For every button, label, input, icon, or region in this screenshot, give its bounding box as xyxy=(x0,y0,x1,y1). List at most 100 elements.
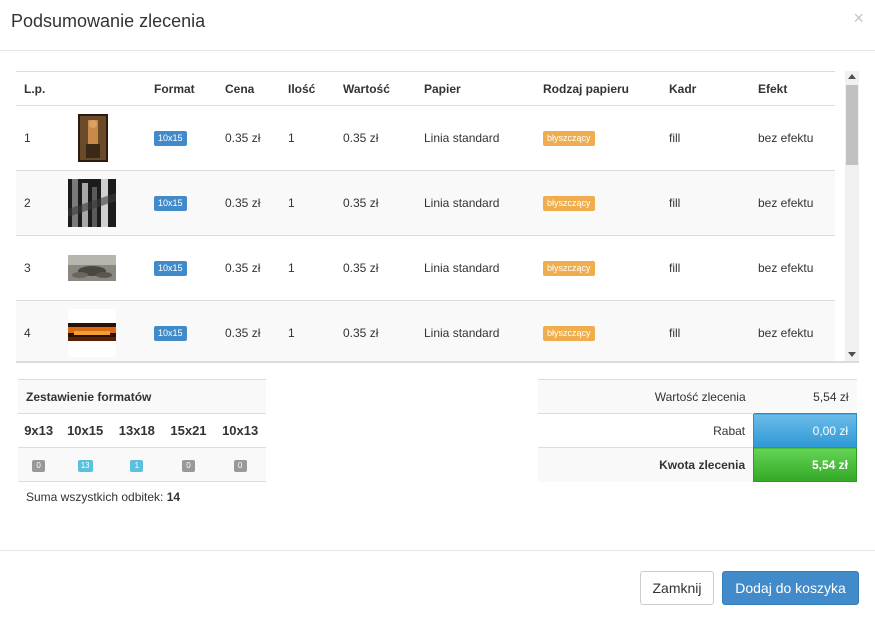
paper-type-badge: błyszczący xyxy=(543,131,595,146)
cell-quantity: 1 xyxy=(280,235,335,301)
cell-paper-type: błyszczący xyxy=(535,235,661,301)
cell-paper-type: błyszczący xyxy=(535,170,661,236)
add-to-cart-button[interactable]: Dodaj do koszyka xyxy=(722,571,859,605)
col-header-format: Format xyxy=(146,71,217,106)
cell-crop: fill xyxy=(661,105,750,171)
col-header-effect: Efekt xyxy=(750,71,835,106)
format-count-cell: 0 xyxy=(18,447,60,482)
cell-paper: Linia standard xyxy=(416,170,535,236)
photo-thumbnail[interactable] xyxy=(78,114,108,162)
paper-type-badge: błyszczący xyxy=(543,261,595,276)
order-summary-table: Wartość zlecenia 5,54 zł Rabat 0,00 zł K… xyxy=(538,379,857,482)
close-icon[interactable]: × xyxy=(853,9,864,27)
scroll-up-arrow-icon[interactable] xyxy=(848,74,856,79)
cell-thumbnail xyxy=(68,105,146,171)
discount-label: Rabat xyxy=(538,413,754,448)
photo-thumbnail[interactable] xyxy=(68,309,116,357)
cell-lp: 3 xyxy=(16,235,68,301)
format-label: 10x13 xyxy=(214,413,266,448)
cell-effect: bez efektu xyxy=(750,235,835,301)
cell-thumbnail xyxy=(68,235,146,301)
format-label: 10x15 xyxy=(59,413,111,448)
table-row: 4 10x15 0.35 zł 1 0.35 zł Linia standard… xyxy=(16,300,835,361)
formats-summary-table: Zestawienie formatów 9x13 10x15 13x18 15… xyxy=(18,379,266,482)
cell-lp: 1 xyxy=(16,105,68,171)
paper-type-badge: błyszczący xyxy=(543,326,595,341)
format-label: 15x21 xyxy=(162,413,215,448)
col-header-quantity: Ilość xyxy=(280,71,335,106)
cell-format: 10x15 xyxy=(146,300,217,361)
cell-paper: Linia standard xyxy=(416,235,535,301)
order-value-label: Wartość zlecenia xyxy=(538,379,754,414)
format-label: 9x13 xyxy=(18,413,60,448)
total-prints: Suma wszystkich odbitek: 14 xyxy=(26,490,180,504)
cell-price: 0.35 zł xyxy=(217,235,280,301)
items-table-container: L.p. Format Cena Ilość Wartość Papier Ro… xyxy=(16,71,859,363)
format-label: 13x18 xyxy=(110,413,163,448)
items-table: L.p. Format Cena Ilość Wartość Papier Ro… xyxy=(16,71,835,361)
cell-paper: Linia standard xyxy=(416,105,535,171)
col-header-crop: Kadr xyxy=(661,71,750,106)
cell-format: 10x15 xyxy=(146,170,217,236)
cell-format: 10x15 xyxy=(146,235,217,301)
order-value: 5,54 zł xyxy=(753,379,857,414)
format-count-cell: 1 xyxy=(110,447,163,482)
modal-header: Podsumowanie zlecenia × xyxy=(0,0,875,51)
cell-quantity: 1 xyxy=(280,170,335,236)
format-badge: 10x15 xyxy=(154,261,187,276)
close-button[interactable]: Zamknij xyxy=(640,571,714,605)
cell-value: 0.35 zł xyxy=(335,300,416,361)
cell-crop: fill xyxy=(661,300,750,361)
col-header-value: Wartość xyxy=(335,71,416,106)
modal-title: Podsumowanie zlecenia xyxy=(11,11,206,31)
format-count-badge: 0 xyxy=(32,460,46,472)
format-count-badge: 13 xyxy=(77,460,93,472)
photo-thumbnail[interactable] xyxy=(68,255,116,281)
cell-thumbnail xyxy=(68,170,146,236)
total-prints-value: 14 xyxy=(166,490,181,504)
format-count-badge: 1 xyxy=(130,460,144,472)
cell-effect: bez efektu xyxy=(750,300,835,361)
cell-price: 0.35 zł xyxy=(217,170,280,236)
cell-value: 0.35 zł xyxy=(335,105,416,171)
photo-thumbnail[interactable] xyxy=(68,179,116,227)
cell-value: 0.35 zł xyxy=(335,170,416,236)
format-badge: 10x15 xyxy=(154,326,187,341)
cell-lp: 2 xyxy=(16,170,68,236)
order-total-label: Kwota zlecenia xyxy=(538,447,754,482)
formats-summary-title: Zestawienie formatów xyxy=(18,379,266,414)
col-header-thumb xyxy=(68,71,146,106)
cell-lp: 4 xyxy=(16,300,68,361)
cell-format: 10x15 xyxy=(146,105,217,171)
format-count-badge: 0 xyxy=(181,460,195,472)
cell-paper: Linia standard xyxy=(416,300,535,361)
discount-value: 0,00 zł xyxy=(753,413,857,448)
paper-type-badge: błyszczący xyxy=(543,196,595,211)
table-row: 2 10x15 0.35 zł 1 0.35 zł Linia standard xyxy=(16,170,835,236)
format-count-cell: 0 xyxy=(162,447,215,482)
col-header-lp: L.p. xyxy=(16,71,68,106)
col-header-price: Cena xyxy=(217,71,280,106)
cell-effect: bez efektu xyxy=(750,105,835,171)
table-row: 3 10x15 0.35 zł 1 0.35 zł Linia standard… xyxy=(16,235,835,301)
scroll-down-arrow-icon[interactable] xyxy=(848,352,856,357)
order-total-value: 5,54 zł xyxy=(753,447,857,482)
cell-crop: fill xyxy=(661,170,750,236)
format-count-badge: 0 xyxy=(233,460,247,472)
cell-price: 0.35 zł xyxy=(217,105,280,171)
col-header-paper: Papier xyxy=(416,71,535,106)
format-count-cell: 0 xyxy=(214,447,266,482)
cell-quantity: 1 xyxy=(280,105,335,171)
cell-value: 0.35 zł xyxy=(335,235,416,301)
format-count-cell: 13 xyxy=(59,447,111,482)
total-prints-label: Suma wszystkich odbitek: xyxy=(26,490,164,504)
table-scrollbar[interactable] xyxy=(845,71,859,361)
cell-crop: fill xyxy=(661,235,750,301)
table-row: 1 10x15 0.35 zł 1 0.35 zł Linia standard… xyxy=(16,105,835,171)
scrollbar-thumb[interactable] xyxy=(846,85,858,165)
cell-quantity: 1 xyxy=(280,300,335,361)
format-badge: 10x15 xyxy=(154,196,187,211)
cell-paper-type: błyszczący xyxy=(535,300,661,361)
cell-effect: bez efektu xyxy=(750,170,835,236)
cell-paper-type: błyszczący xyxy=(535,105,661,171)
